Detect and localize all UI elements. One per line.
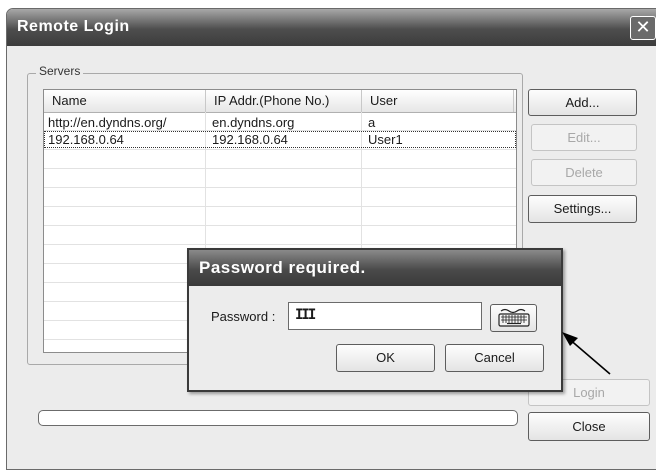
password-label: Password : bbox=[211, 309, 276, 324]
server-row[interactable]: http://en.dyndns.org/ en.dyndns.org a bbox=[44, 114, 516, 131]
server-name-cell: 192.168.0.64 bbox=[48, 132, 124, 147]
settings-button[interactable]: Settings... bbox=[528, 195, 637, 223]
row-divider bbox=[44, 206, 516, 207]
server-list-header: Name IP Addr.(Phone No.) User bbox=[44, 90, 516, 113]
edit-button[interactable]: Edit... bbox=[531, 124, 637, 151]
password-input[interactable]: III bbox=[288, 302, 482, 330]
column-header-name[interactable]: Name bbox=[44, 90, 206, 112]
virtual-keyboard-button[interactable] bbox=[490, 304, 537, 332]
window-title: Remote Login bbox=[17, 18, 130, 35]
password-dialog: Password required. Password : III OK Can… bbox=[187, 248, 563, 392]
server-row-selected[interactable]: 192.168.0.64 192.168.0.64 User1 bbox=[44, 131, 516, 148]
server-name-cell: http://en.dyndns.org/ bbox=[48, 115, 167, 130]
server-ip-cell: en.dyndns.org bbox=[212, 115, 295, 130]
password-dialog-title: Password required. bbox=[199, 258, 366, 277]
column-header-user[interactable]: User bbox=[362, 90, 514, 112]
close-button[interactable]: Close bbox=[528, 412, 650, 441]
window-close-icon[interactable]: ✕ bbox=[630, 16, 656, 40]
servers-group-label: Servers bbox=[36, 64, 84, 78]
cancel-button[interactable]: Cancel bbox=[445, 344, 544, 372]
row-divider bbox=[44, 244, 516, 245]
server-ip-cell: 192.168.0.64 bbox=[212, 132, 288, 147]
connection-progress-bar bbox=[38, 410, 518, 426]
server-user-cell: User1 bbox=[368, 132, 403, 147]
title-bar[interactable]: Remote Login ✕ bbox=[7, 9, 656, 46]
row-divider bbox=[44, 149, 516, 150]
column-header-ip[interactable]: IP Addr.(Phone No.) bbox=[206, 90, 362, 112]
password-dialog-title-bar[interactable]: Password required. bbox=[189, 250, 561, 286]
row-divider bbox=[44, 225, 516, 226]
delete-button[interactable]: Delete bbox=[531, 159, 637, 186]
pointer-arrow bbox=[562, 332, 611, 375]
server-user-cell: a bbox=[368, 115, 376, 130]
add-button[interactable]: Add... bbox=[528, 89, 637, 116]
row-divider bbox=[44, 168, 516, 169]
ok-button[interactable]: OK bbox=[336, 344, 435, 372]
keyboard-icon bbox=[497, 308, 530, 327]
row-divider bbox=[44, 187, 516, 188]
